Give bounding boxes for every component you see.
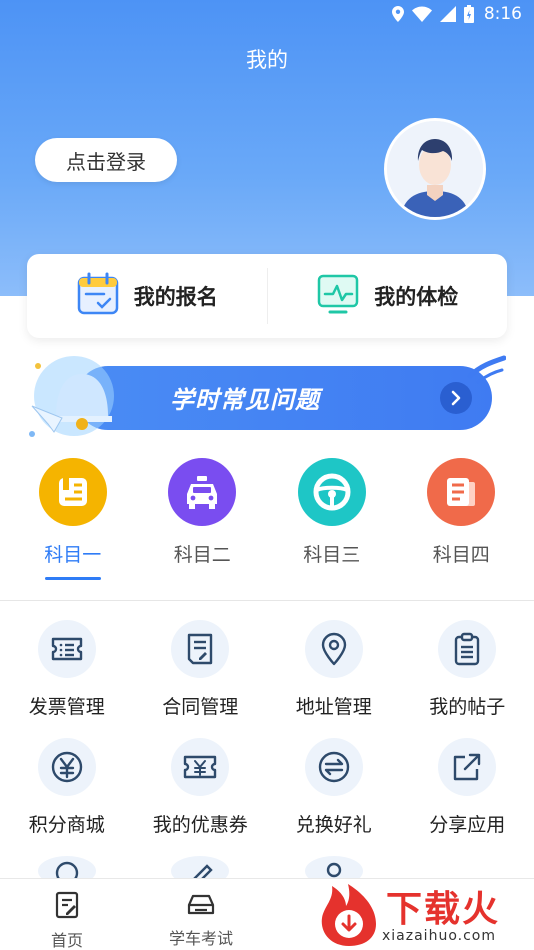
signal-icon — [439, 6, 456, 22]
watermark: 下载火 xiazaihuo.com — [316, 876, 534, 950]
car-icon — [168, 458, 237, 526]
points-mall-button[interactable]: 积分商城 — [0, 738, 134, 856]
section-divider — [0, 600, 534, 601]
banner-streak-decoration — [467, 355, 506, 384]
services-row: 发票管理 合同管理 地址管理 我的帖子 — [0, 620, 534, 738]
home-doc-icon — [54, 891, 80, 923]
watermark-text: 下载火 — [386, 889, 501, 930]
my-medical-check-label: 我的体检 — [374, 285, 459, 309]
tab-subject-3[interactable]: 科目三 — [277, 458, 387, 588]
address-management-button[interactable]: 地址管理 — [267, 620, 401, 738]
bell-icon — [29, 356, 114, 437]
yen-coin-icon — [37, 738, 96, 796]
tab-home-label: 首页 — [50, 931, 83, 950]
share-app-button[interactable]: 分享应用 — [401, 738, 534, 856]
invoice-management-label: 发票管理 — [28, 696, 105, 718]
wifi-icon — [411, 6, 432, 22]
car-outline-icon — [185, 891, 217, 921]
clipboard-icon — [438, 620, 497, 678]
invoice-icon — [37, 620, 96, 678]
redeem-gifts-label: 兑换好礼 — [295, 814, 372, 836]
my-posts-label: 我的帖子 — [429, 696, 506, 718]
location-icon — [391, 6, 404, 22]
avatar[interactable] — [384, 118, 486, 220]
share-app-label: 分享应用 — [429, 814, 506, 836]
document-icon — [427, 458, 496, 526]
tab-subject-2[interactable]: 科目二 — [147, 458, 257, 588]
calendar-check-icon — [76, 272, 120, 320]
services-grid: 发票管理 合同管理 地址管理 我的帖子 积分商城 我的优惠券 兑换好礼 分享应用 — [0, 620, 534, 886]
login-button[interactable]: 点击登录 — [35, 138, 177, 182]
subject-tabs: 科目一 科目二 科目三 科目四 — [0, 458, 534, 588]
my-registration-label: 我的报名 — [133, 285, 218, 309]
tab-subject-4-label: 科目四 — [432, 544, 490, 566]
status-bar: 8:16 — [0, 0, 534, 30]
steering-wheel-icon — [297, 458, 366, 526]
my-medical-check-button[interactable]: 我的体检 — [268, 254, 508, 338]
address-management-label: 地址管理 — [295, 696, 372, 718]
contract-management-label: 合同管理 — [162, 696, 239, 718]
my-posts-button[interactable]: 我的帖子 — [401, 620, 534, 738]
book-icon — [38, 458, 107, 526]
contract-icon — [171, 620, 230, 678]
invoice-management-button[interactable]: 发票管理 — [0, 620, 134, 738]
my-coupons-button[interactable]: 我的优惠券 — [134, 738, 268, 856]
chevron-right-icon[interactable] — [440, 382, 472, 414]
services-row: 积分商城 我的优惠券 兑换好礼 分享应用 — [0, 738, 534, 856]
faq-banner[interactable]: 学时常见问题 — [29, 355, 506, 437]
location-pin-icon — [304, 620, 363, 678]
my-registration-button[interactable]: 我的报名 — [27, 254, 267, 338]
tab-home[interactable]: 首页 — [0, 879, 134, 950]
redeem-gifts-button[interactable]: 兑换好礼 — [267, 738, 401, 856]
page-title: 我的 — [246, 48, 288, 72]
my-coupons-label: 我的优惠券 — [152, 814, 248, 836]
status-time: 8:16 — [483, 4, 522, 24]
monitor-pulse-icon — [316, 272, 360, 320]
tab-subject-2-label: 科目二 — [173, 544, 231, 566]
tab-subject-1-label: 科目一 — [44, 544, 102, 566]
tab-subject-1[interactable]: 科目一 — [18, 458, 128, 588]
contract-management-button[interactable]: 合同管理 — [134, 620, 268, 738]
flame-logo-icon — [321, 884, 376, 946]
watermark-url: xiazaihuo.com — [382, 928, 496, 944]
points-mall-label: 积分商城 — [28, 814, 105, 836]
battery-icon — [463, 5, 474, 23]
active-tab-indicator — [44, 577, 101, 580]
quick-actions-card: 我的报名 我的体检 — [27, 254, 507, 338]
exchange-icon — [304, 738, 363, 796]
faq-banner-title: 学时常见问题 — [170, 386, 320, 414]
tab-subject-3-label: 科目三 — [303, 544, 361, 566]
tab-subject-4[interactable]: 科目四 — [406, 458, 516, 588]
tab-driving-exam[interactable]: 学车考试 — [134, 879, 268, 950]
share-icon — [438, 738, 497, 796]
coupon-icon — [171, 738, 230, 796]
tab-driving-exam-label: 学车考试 — [168, 929, 233, 948]
